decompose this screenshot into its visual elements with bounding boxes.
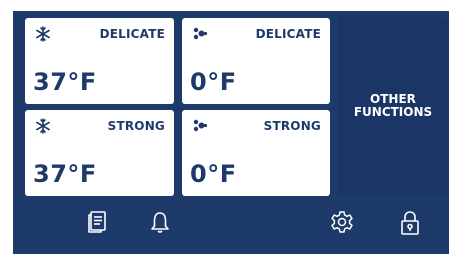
temperature-value: 0°F bbox=[190, 160, 237, 188]
mode-label: STRONG bbox=[263, 119, 321, 133]
gear-icon[interactable] bbox=[330, 210, 354, 234]
tile-fan-delicate[interactable]: DELICATE 0°F bbox=[182, 18, 330, 104]
tile-cooling-delicate[interactable]: DELICATE 37°F bbox=[25, 18, 174, 104]
temperature-value: 37°F bbox=[33, 160, 97, 188]
other-functions-line1: OTHER bbox=[370, 92, 416, 106]
bell-icon[interactable] bbox=[149, 210, 171, 234]
mode-label: DELICATE bbox=[99, 27, 165, 41]
fan-icon bbox=[192, 26, 208, 42]
lock-icon[interactable] bbox=[399, 210, 421, 236]
control-screen: DELICATE 37°F DELICATE 0°F STRONG 37°F S… bbox=[13, 11, 449, 254]
other-functions-label: OTHER FUNCTIONS bbox=[354, 93, 432, 119]
other-functions-line2: FUNCTIONS bbox=[353, 105, 433, 119]
fan-icon bbox=[192, 118, 208, 134]
other-functions-button[interactable]: OTHER FUNCTIONS bbox=[338, 17, 448, 195]
temperature-value: 0°F bbox=[190, 68, 237, 96]
tile-cooling-strong[interactable]: STRONG 37°F bbox=[25, 110, 174, 196]
snowflake-icon bbox=[35, 118, 51, 134]
mode-label: DELICATE bbox=[255, 27, 321, 41]
temperature-value: 37°F bbox=[33, 68, 97, 96]
mode-label: STRONG bbox=[107, 119, 165, 133]
document-icon[interactable] bbox=[86, 210, 108, 234]
snowflake-icon bbox=[35, 26, 51, 42]
tile-fan-strong[interactable]: STRONG 0°F bbox=[182, 110, 330, 196]
